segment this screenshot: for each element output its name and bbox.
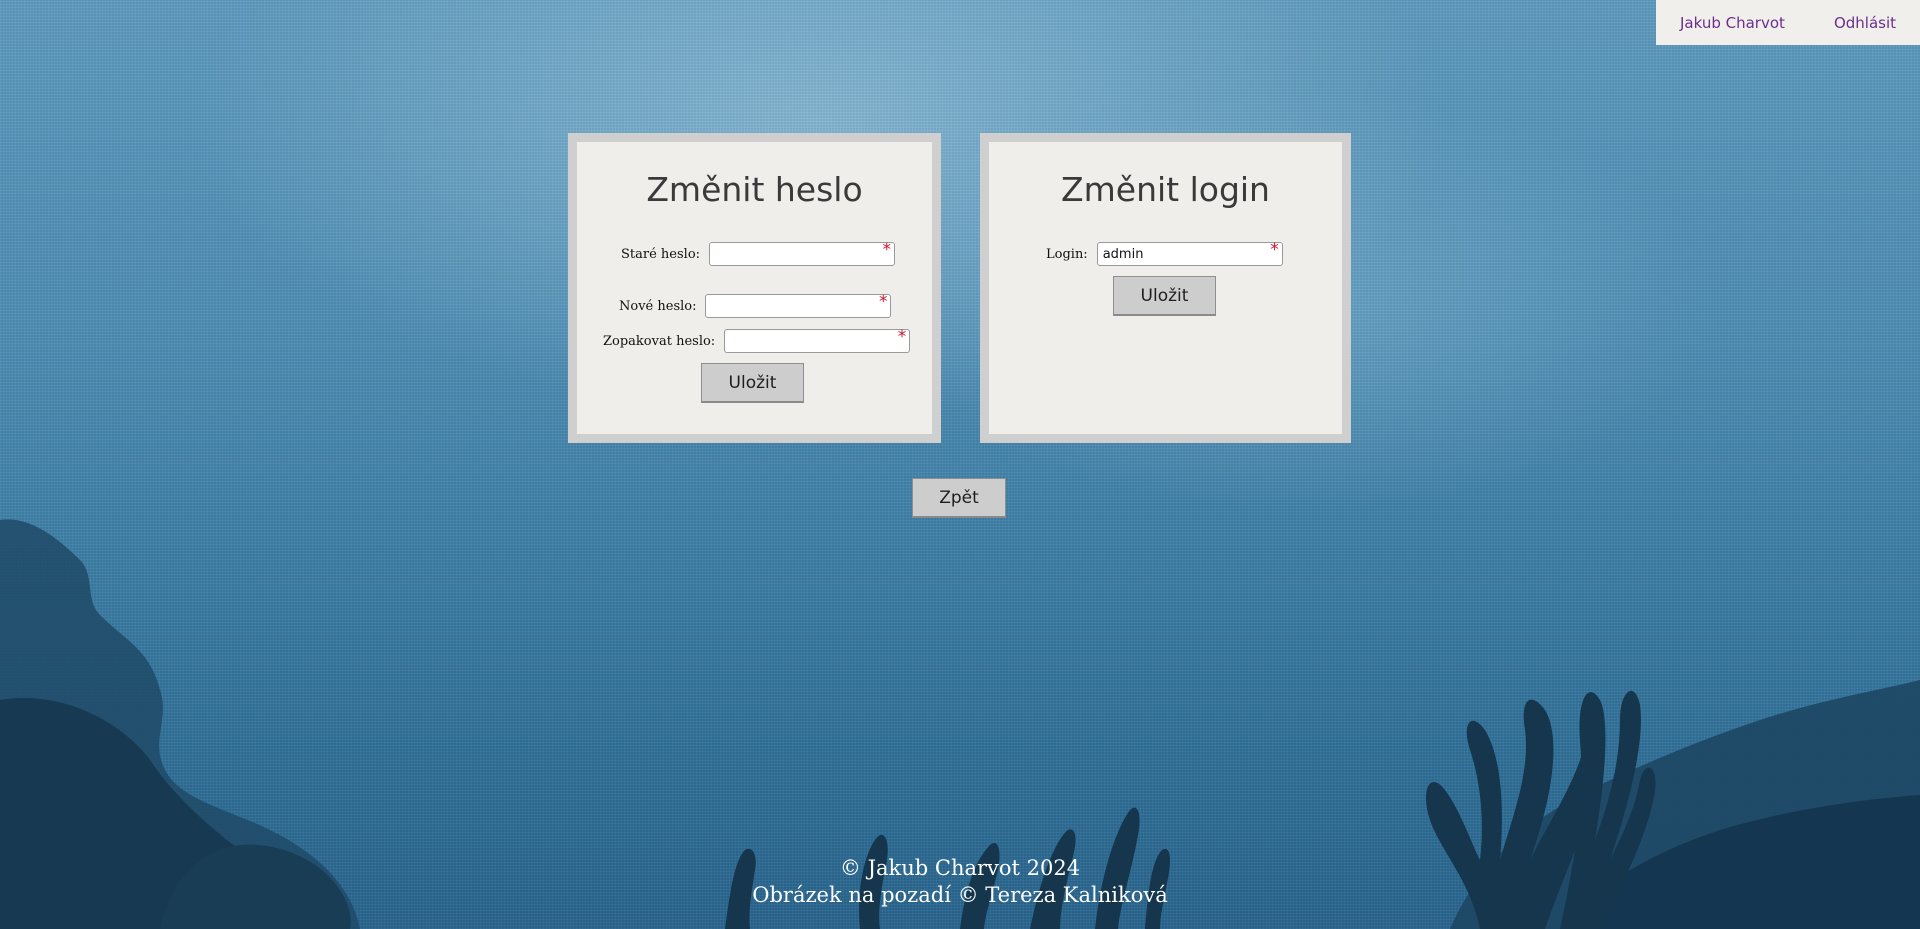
old-password-label: Staré heslo: (621, 246, 701, 262)
footer-background-credit: Obrázek na pozadí © Tereza Kalniková (752, 883, 1168, 907)
old-password-field-wrap: * (709, 240, 896, 266)
background-texture (0, 0, 1920, 929)
login-input[interactable] (1096, 242, 1283, 266)
new-password-label: Nové heslo: (619, 298, 697, 314)
top-user-bar: Jakub Charvot Odhlásit (1656, 0, 1920, 45)
user-name-link[interactable]: Jakub Charvot (1680, 14, 1785, 32)
new-password-field-wrap: * (705, 292, 892, 318)
footer: © Jakub Charvot 2024 Obrázek na pozadí ©… (0, 855, 1920, 909)
login-row: Login: * (1046, 240, 1283, 266)
change-password-title: Změnit heslo (646, 170, 863, 209)
old-password-row: Staré heslo: * (621, 240, 896, 266)
change-password-panel-inner: Změnit heslo Staré heslo: * Nové heslo: … (577, 142, 932, 434)
repeat-password-label: Zopakovat heslo: (603, 333, 716, 349)
coral-reef-background-illustration (0, 519, 1920, 929)
save-password-button[interactable]: Uložit (701, 363, 804, 403)
repeat-password-field-wrap: * (724, 327, 911, 353)
footer-copyright: © Jakub Charvot 2024 (839, 856, 1081, 880)
required-asterisk: * (878, 292, 888, 312)
login-field-wrap: * (1096, 240, 1283, 266)
new-password-input[interactable] (705, 294, 892, 318)
old-password-input[interactable] (709, 242, 896, 266)
required-asterisk: * (897, 327, 907, 347)
repeat-password-row: Zopakovat heslo: * (603, 327, 911, 353)
required-asterisk: * (882, 240, 892, 260)
change-password-panel: Změnit heslo Staré heslo: * Nové heslo: … (568, 133, 941, 443)
change-login-title: Změnit login (1061, 170, 1270, 209)
save-login-button[interactable]: Uložit (1113, 276, 1216, 316)
back-button[interactable]: Zpět (912, 478, 1006, 518)
logout-link[interactable]: Odhlásit (1834, 14, 1896, 32)
change-login-panel-inner: Změnit login Login: * Uložit (989, 142, 1342, 434)
change-login-panel: Změnit login Login: * Uložit (980, 133, 1351, 443)
new-password-row: Nové heslo: * (619, 292, 892, 318)
repeat-password-input[interactable] (724, 329, 911, 353)
required-asterisk: * (1270, 240, 1279, 260)
login-label: Login: (1046, 246, 1088, 262)
